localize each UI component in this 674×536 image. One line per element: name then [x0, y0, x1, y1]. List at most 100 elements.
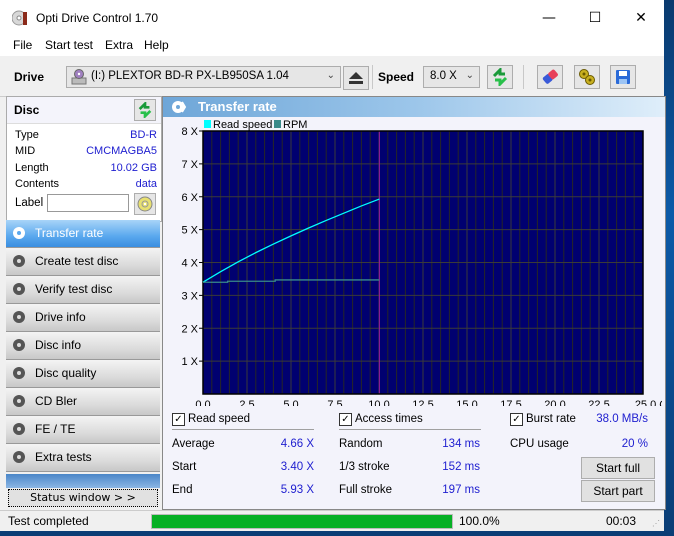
nav-item-label: Disc quality: [35, 366, 97, 380]
status-text: Test completed: [8, 514, 89, 528]
legend-label-read-speed: Read speed: [213, 119, 272, 131]
maximize-button[interactable]: ☐: [572, 0, 618, 36]
disc-key: Type: [15, 129, 39, 141]
title-bar: Opti Drive Control 1.70 — ☐ ✕: [0, 0, 664, 36]
nav-item-disc-quality[interactable]: Disc quality: [6, 360, 160, 388]
drive-label: Drive: [14, 70, 45, 84]
menu-file[interactable]: File: [13, 38, 32, 52]
disc-tool-icon: [13, 339, 25, 351]
y-tick-label: 4 X: [181, 258, 198, 270]
nav-item-disc-info[interactable]: Disc info: [6, 332, 160, 360]
nav-item-label: Transfer rate: [35, 226, 104, 240]
eraser-icon: [542, 69, 558, 84]
stat-end-label: End: [172, 484, 193, 496]
toolbar: Drive (I:) PLEXTOR BD-R PX-LB950SA 1.04 …: [0, 58, 664, 97]
panel-title: Transfer rate: [198, 99, 277, 114]
save-button[interactable]: [610, 65, 636, 89]
drive-value: (I:) PLEXTOR BD-R PX-LB950SA 1.04: [91, 70, 289, 82]
stat-average-value: 4.66 X: [280, 438, 314, 450]
nav-item-drive-info[interactable]: Drive info: [6, 304, 160, 332]
eject-icon: [349, 72, 363, 84]
disc-key: Contents: [15, 178, 60, 190]
y-tick-label: 1 X: [181, 356, 198, 368]
drive-select[interactable]: (I:) PLEXTOR BD-R PX-LB950SA 1.04 ⌄: [66, 66, 341, 88]
label-key: Label: [15, 197, 44, 209]
stat-end-value: 5.93 X: [280, 484, 314, 496]
disc-label-input[interactable]: [47, 194, 129, 212]
drive-icon: [71, 69, 87, 85]
start-part-button[interactable]: Start part: [581, 480, 655, 502]
disc-tool-icon: [13, 255, 25, 267]
disc-tool-icon: [13, 227, 25, 239]
close-icon: ✕: [635, 10, 647, 26]
gears-icon: [579, 69, 595, 85]
stat-full-stroke-label: Full stroke: [339, 484, 393, 496]
menu-start-test[interactable]: Start test: [45, 38, 93, 52]
minimize-icon: —: [542, 10, 556, 26]
disc-key: Length: [15, 162, 49, 174]
start-full-button[interactable]: Start full: [581, 457, 655, 479]
divider: [172, 429, 314, 430]
speed-select[interactable]: 8.0 X ⌄: [423, 66, 480, 88]
nav-item-label: Verify test disc: [35, 282, 113, 296]
nav-item-label: Create test disc: [35, 254, 119, 268]
y-tick-label: 5 X: [181, 225, 198, 237]
nav-item-verify-test-disc[interactable]: Verify test disc: [6, 276, 160, 304]
x-tick-label: 15.0: [456, 399, 477, 406]
read-speed-label: Read speed: [188, 413, 251, 425]
maximize-icon: ☐: [588, 10, 602, 26]
legend-swatch-read-speed: [204, 120, 211, 128]
disc-refresh-button[interactable]: [134, 99, 156, 121]
disc-tool-icon: [13, 395, 25, 407]
refresh-speed-button[interactable]: [487, 65, 513, 89]
access-times-checkbox[interactable]: ✓: [339, 413, 352, 426]
stat-average-label: Average: [172, 438, 215, 450]
burst-rate-checkbox[interactable]: ✓: [510, 413, 523, 426]
toolbar-separator: [372, 65, 373, 89]
disc-tool-icon: [13, 283, 25, 295]
stat-start-value: 3.40 X: [280, 461, 314, 473]
minimize-button[interactable]: —: [526, 0, 572, 36]
nav-item-fe-te[interactable]: FE / TE: [6, 416, 160, 444]
y-tick-label: 8 X: [181, 126, 198, 138]
stat-random-value: 134 ms: [442, 438, 480, 450]
nav-spacer: [6, 474, 160, 488]
settings-button[interactable]: [574, 65, 600, 89]
disc-value: CMCMAGBA5: [86, 145, 157, 157]
divider: [339, 429, 481, 430]
disc-tool-icon: [13, 423, 25, 435]
eject-button[interactable]: [343, 66, 369, 90]
nav-item-cd-bler[interactable]: CD Bler: [6, 388, 160, 416]
panel-header: Transfer rate: [163, 97, 665, 117]
app-icon: [12, 10, 27, 26]
disc-value: 10.02 GB: [110, 162, 157, 174]
speed-label: Speed: [378, 70, 415, 84]
x-tick-label: 20.0: [544, 399, 565, 406]
status-window-button[interactable]: Status window > >: [8, 489, 158, 507]
disc-header: Disc: [7, 97, 161, 124]
nav-item-transfer-rate[interactable]: Transfer rate: [6, 220, 160, 248]
check-icon: ✓: [512, 414, 521, 425]
close-button[interactable]: ✕: [618, 0, 664, 36]
nav-item-label: FE / TE: [35, 422, 76, 436]
disc-panel: Disc Type BD-R MID CMCMAGBA5 Length 10.02 G…: [6, 96, 162, 222]
disc-key: MID: [15, 145, 36, 157]
menu-extra[interactable]: Extra: [105, 38, 133, 52]
read-speed-checkbox[interactable]: ✓: [172, 413, 185, 426]
x-tick-label: 22.5: [588, 399, 609, 406]
nav-item-extra-tests[interactable]: Extra tests: [6, 444, 160, 472]
refresh-arrows-icon: [492, 68, 508, 86]
y-tick-label: 3 X: [181, 290, 198, 302]
resize-grip-icon[interactable]: ⋰: [652, 519, 660, 528]
erase-button[interactable]: [537, 65, 563, 89]
menu-help[interactable]: Help: [144, 38, 169, 52]
disc-tool-icon: [13, 367, 25, 379]
read-label-button[interactable]: [134, 193, 156, 215]
disc-icon: [137, 196, 153, 212]
check-icon: ✓: [174, 414, 183, 425]
nav-item-create-test-disc[interactable]: Create test disc: [6, 248, 160, 276]
chevron-down-icon: ⌄: [465, 70, 474, 81]
progress-bar: [151, 514, 453, 529]
x-tick-label: 2.5: [239, 399, 254, 406]
menu-bar: File Start test Extra Help: [0, 36, 664, 56]
